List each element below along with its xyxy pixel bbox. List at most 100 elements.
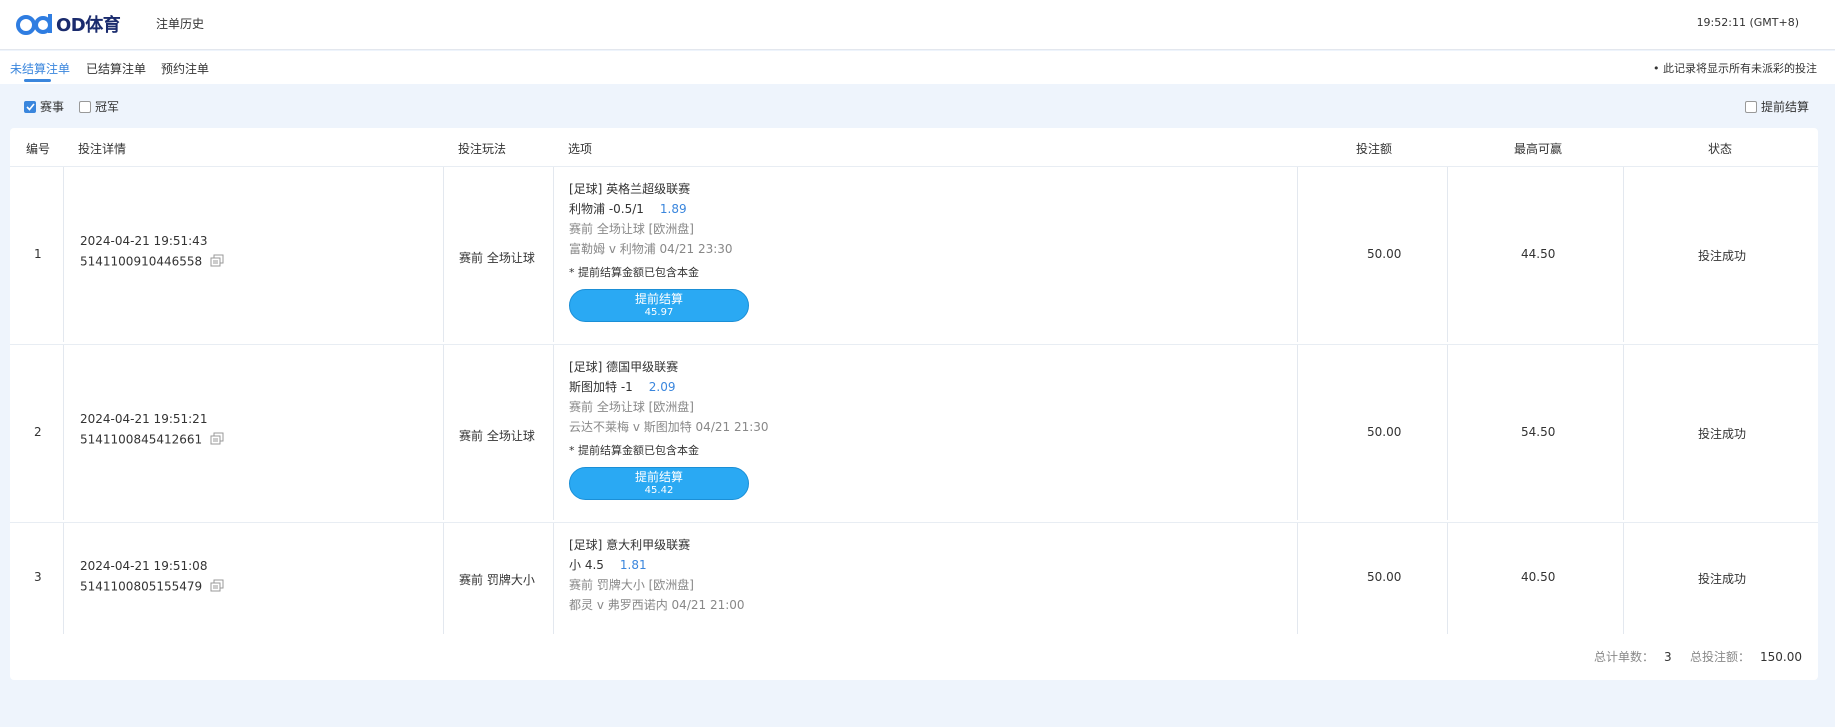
col-option: 选项 (568, 142, 593, 156)
cashout-label: 提前结算 (634, 291, 683, 306)
bet-option: [足球] 意大利甲级联赛 小 4.5 1.81 赛前 罚牌大小 [欧洲盘] 都灵 … (569, 535, 745, 615)
col-status: 状态 (1708, 142, 1733, 156)
market: 赛前 全场让球 [欧洲盘] (569, 222, 694, 236)
column-divider (1623, 345, 1624, 520)
bet-time: 2024-04-21 19:51:21 (80, 412, 208, 426)
column-divider (1447, 167, 1448, 342)
tab-settled[interactable]: 已结算注单 (86, 60, 146, 77)
col-max-win: 最高可赢 (1514, 142, 1563, 156)
cashout-label: 提前结算 (634, 469, 683, 484)
filter-bar: 赛事 冠军 提前结算 (0, 84, 1835, 128)
cashout-button[interactable]: 提前结算 45.97 (569, 289, 749, 322)
column-divider (1623, 167, 1624, 342)
nav-bet-history[interactable]: 注单历史 (156, 15, 204, 32)
bet-tabs: 未结算注单 已结算注单 预约注单 • 此记录将显示所有未派彩的投注 (0, 51, 1835, 84)
bet-id-wrap: 5141100845412661 (80, 432, 224, 448)
cashout-value: 45.42 (644, 484, 674, 496)
bet-id: 5141100845412661 (80, 432, 203, 447)
column-divider (63, 523, 64, 634)
table-row: 3 2024-04-21 19:51:08 5141100805155479 赛… (10, 522, 1818, 634)
copy-icon[interactable] (210, 432, 224, 448)
bet-id-wrap: 5141100805155479 (80, 579, 224, 595)
match-info: 富勒姆 v 利物浦 04/21 23:30 (569, 242, 733, 256)
max-win-amount: 44.50 (1521, 247, 1556, 261)
tab-unsettled[interactable]: 未结算注单 (10, 60, 70, 77)
selection-wrap: 斯图加特 -1 2.09 (569, 377, 769, 397)
max-win-amount: 40.50 (1521, 570, 1556, 584)
table-header: 编号 投注详情 投注玩法 选项 投注额 最高可赢 状态 (10, 128, 1818, 164)
col-detail: 投注详情 (78, 142, 127, 156)
bet-id: 5141100910446558 (80, 254, 203, 269)
stake-amount: 50.00 (1367, 425, 1402, 439)
filter-early-settle-label: 提前结算 (1761, 100, 1810, 114)
filter-match[interactable]: 赛事 (24, 98, 64, 115)
column-divider (1297, 167, 1298, 342)
bet-id-wrap: 5141100910446558 (80, 254, 224, 270)
bet-play: 赛前 全场让球 (459, 429, 535, 443)
column-divider (1297, 345, 1298, 520)
cashout-button[interactable]: 提前结算 45.42 (569, 467, 749, 500)
stake-amount: 50.00 (1367, 247, 1402, 261)
column-divider (1297, 523, 1298, 634)
bet-option: [足球] 德国甲级联赛 斯图加特 -1 2.09 赛前 全场让球 [欧洲盘] 云达… (569, 357, 769, 500)
column-divider (1447, 523, 1448, 634)
col-index: 编号 (26, 142, 51, 156)
selection: 斯图加特 -1 (569, 380, 633, 394)
max-win-amount: 54.50 (1521, 425, 1556, 439)
table-row: 2 2024-04-21 19:51:21 5141100845412661 赛… (10, 344, 1818, 520)
column-divider (63, 167, 64, 342)
column-divider (443, 167, 444, 342)
tab-reserved[interactable]: 预约注单 (161, 60, 209, 77)
column-divider (553, 167, 554, 342)
selection: 小 4.5 (569, 558, 604, 572)
column-divider (553, 345, 554, 520)
selection: 利物浦 -0.5/1 (569, 202, 644, 216)
top-header: OD体育 注单历史 19:52:11 (GMT+8) (0, 0, 1835, 50)
checkbox-unchecked-icon[interactable] (1745, 100, 1757, 113)
odds: 1.89 (659, 202, 687, 216)
market: 赛前 罚牌大小 [欧洲盘] (569, 578, 694, 592)
status-text: 投注成功 (1698, 249, 1747, 263)
table-row: 1 2024-04-21 19:51:43 5141100910446558 赛… (10, 166, 1818, 342)
brand-logo-icon (16, 13, 54, 35)
league: [足球] 德国甲级联赛 (569, 360, 679, 374)
notice-text: • 此记录将显示所有未派彩的投注 (1653, 62, 1817, 75)
summary-count-value: 3 (1664, 650, 1672, 664)
summary-total-label: 总投注额： (1690, 650, 1751, 664)
column-divider (1447, 345, 1448, 520)
row-index: 2 (34, 425, 42, 439)
row-index: 1 (34, 247, 42, 261)
filter-champion[interactable]: 冠军 (79, 98, 119, 115)
col-play: 投注玩法 (458, 142, 507, 156)
filter-early-settle[interactable]: 提前结算 (1745, 98, 1809, 115)
brand-name: OD体育 (56, 15, 121, 36)
bet-time: 2024-04-21 19:51:08 (80, 559, 208, 573)
column-divider (443, 523, 444, 634)
selection-wrap: 小 4.5 1.81 (569, 555, 745, 575)
server-clock: 19:52:11 (GMT+8) (1696, 16, 1799, 29)
summary-count: 总计单数： 3 (1594, 648, 1672, 665)
odds: 1.81 (619, 558, 647, 572)
column-divider (553, 523, 554, 634)
summary-total: 总投注额： 150.00 (1690, 648, 1802, 665)
bet-play: 赛前 全场让球 (459, 251, 535, 265)
status-text: 投注成功 (1698, 572, 1747, 586)
copy-icon[interactable] (210, 254, 224, 270)
stake-amount: 50.00 (1367, 570, 1402, 584)
cashout-note: * 提前结算金额已包含本金 (569, 444, 699, 457)
checkbox-unchecked-icon[interactable] (79, 100, 91, 113)
status-text: 投注成功 (1698, 427, 1747, 441)
bets-table: 编号 投注详情 投注玩法 选项 投注额 最高可赢 状态 1 2024-04-21… (10, 128, 1818, 680)
selection-wrap: 利物浦 -0.5/1 1.89 (569, 199, 749, 219)
league: [足球] 英格兰超级联赛 (569, 182, 691, 196)
brand-logo[interactable]: OD体育 (16, 11, 121, 37)
column-divider (443, 345, 444, 520)
bet-time: 2024-04-21 19:51:43 (80, 234, 208, 248)
copy-icon[interactable] (210, 579, 224, 595)
active-tab-indicator (24, 79, 51, 82)
match-info: 都灵 v 弗罗西诺内 04/21 21:00 (569, 598, 745, 612)
column-divider (63, 345, 64, 520)
match-info: 云达不莱梅 v 斯图加特 04/21 21:30 (569, 420, 769, 434)
checkbox-checked-icon[interactable] (24, 100, 36, 113)
col-stake: 投注额 (1356, 142, 1393, 156)
